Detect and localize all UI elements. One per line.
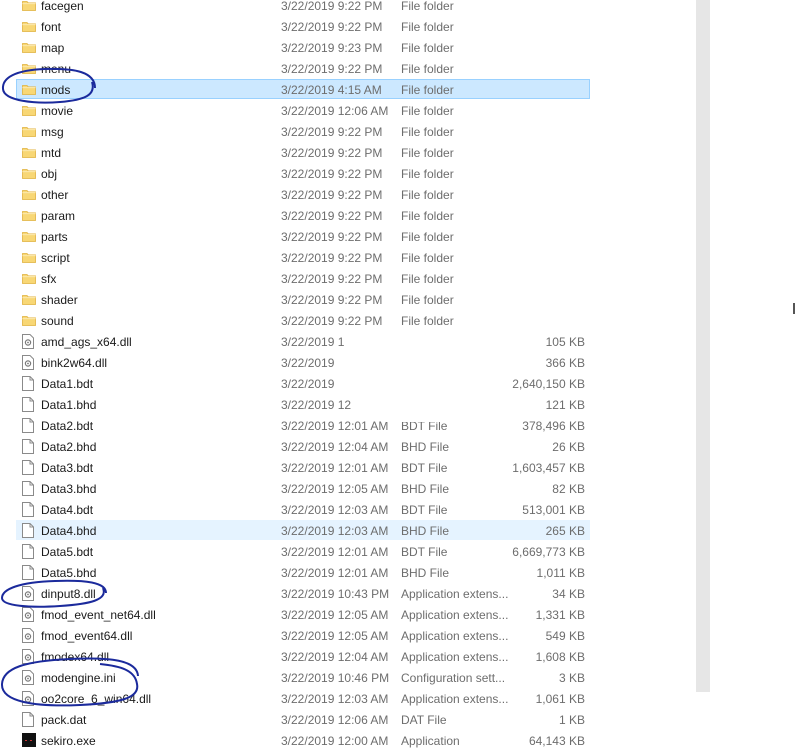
annotation-circle-modengine [0, 657, 139, 707]
annotation-circle-dinput8 [0, 579, 107, 608]
handwritten-annotations [0, 67, 139, 707]
annotation-circle-mods [1, 67, 96, 104]
